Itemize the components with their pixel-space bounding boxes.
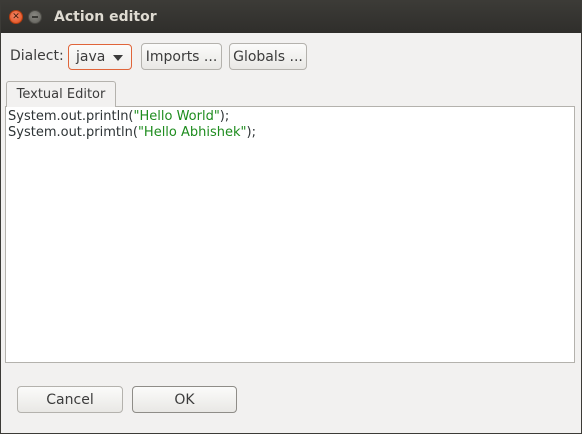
dialect-value: java (76, 49, 106, 65)
imports-button[interactable]: Imports ... (141, 43, 222, 70)
string-literal: "Hello World" (133, 109, 220, 124)
minimize-icon[interactable] (28, 10, 42, 24)
titlebar[interactable]: ✕ Action editor (1, 1, 581, 33)
cancel-button[interactable]: Cancel (17, 386, 123, 413)
code-line: System.out.primtln("Hello Abhishek"); (8, 125, 572, 141)
chevron-down-icon (113, 55, 123, 61)
ok-button[interactable]: OK (132, 386, 237, 413)
string-literal: "Hello Abhishek" (137, 125, 247, 140)
code-text: System.out.primtln( (8, 125, 138, 140)
globals-button[interactable]: Globals ... (229, 43, 307, 70)
code-text: ); (246, 125, 256, 140)
dialect-select[interactable]: java (68, 44, 132, 70)
action-editor-window: ✕ Action editor Dialect: java Imports ..… (0, 0, 582, 434)
window-title: Action editor (54, 9, 157, 25)
code-text: System.out.println( (8, 109, 134, 124)
code-editor[interactable]: System.out.println("Hello World"); Syste… (5, 106, 575, 363)
tab-textual-editor[interactable]: Textual Editor (6, 81, 116, 107)
code-line: System.out.println("Hello World"); (8, 109, 572, 125)
code-text: ); (219, 109, 230, 124)
dialect-label: Dialect: (10, 48, 64, 64)
close-icon[interactable]: ✕ (9, 10, 23, 24)
